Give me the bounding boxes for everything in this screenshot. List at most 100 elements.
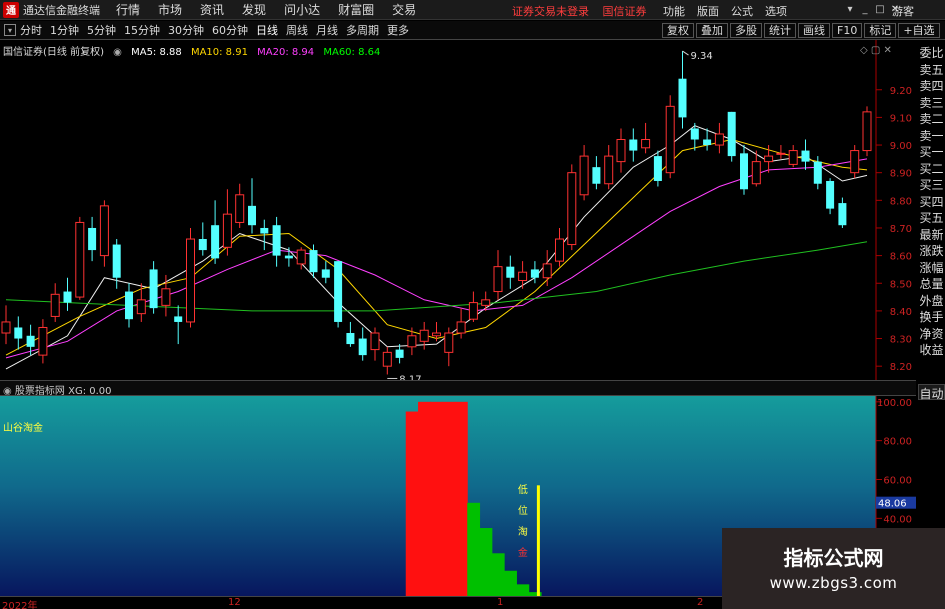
- tab-period-4[interactable]: 30分钟: [168, 24, 204, 37]
- candle-body: [309, 250, 318, 273]
- candle: [395, 344, 404, 364]
- tab-period-10[interactable]: 更多: [387, 24, 409, 37]
- dropdown-icon[interactable]: ▾: [843, 2, 857, 16]
- candle-body: [530, 269, 539, 278]
- collapse-icon[interactable]: ▾: [4, 24, 16, 36]
- indicator-bar: [516, 584, 530, 596]
- side-tab-6[interactable]: 买一: [918, 144, 945, 161]
- broker-notice[interactable]: 国信证券: [603, 5, 647, 18]
- tab-period-1[interactable]: 1分钟: [50, 24, 79, 37]
- notices: 证券交易未登录 国信证券: [512, 3, 657, 19]
- period-tabs: 分时 1分钟 5分钟 15分钟 30分钟 60分钟 日线 周线 月线 多周期 更多: [20, 22, 417, 38]
- tab-period-3[interactable]: 15分钟: [124, 24, 160, 37]
- tab-period-6[interactable]: 日线: [256, 24, 278, 37]
- app-title: 通达信金融终端: [23, 3, 100, 17]
- menu-item-discover[interactable]: 发现: [242, 1, 266, 18]
- candle: [382, 346, 392, 375]
- toolbar-button-2[interactable]: 多股: [730, 23, 762, 38]
- maximize-icon[interactable]: □: [873, 2, 887, 16]
- tab-period-5[interactable]: 60分钟: [212, 24, 248, 37]
- side-tab-3[interactable]: 卖三: [918, 95, 945, 112]
- toolbar-button-5[interactable]: F10: [832, 23, 863, 38]
- indicator-bar: [491, 553, 505, 596]
- side-tab-12[interactable]: 涨跌: [918, 243, 945, 260]
- side-tab-4[interactable]: 卖二: [918, 111, 945, 128]
- menu-item-function[interactable]: 功能: [663, 3, 685, 19]
- watermark-url: www.zbgs3.com: [769, 574, 898, 592]
- candle: [604, 145, 614, 190]
- side-tab-9[interactable]: 买四: [918, 194, 945, 211]
- side-tab-15[interactable]: 外盘: [918, 293, 945, 310]
- side-tab-18[interactable]: 收益: [918, 342, 945, 359]
- menu-item-trade[interactable]: 交易: [392, 1, 416, 18]
- menu-item-formula[interactable]: 公式: [731, 3, 753, 19]
- side-tab-8[interactable]: 买三: [918, 177, 945, 194]
- candle: [850, 145, 860, 179]
- candle-body: [14, 327, 23, 339]
- menu-item-ask[interactable]: 问小达: [284, 1, 320, 18]
- kline-chart[interactable]: ◇ ▢ ✕ 8.20 8.30 8.40 8.50 8.60 8.70 8.80 8.90 9.0…: [0, 40, 916, 385]
- current-value-label: 48.06: [878, 499, 907, 510]
- candle-body: [211, 225, 220, 259]
- candle-body: [382, 351, 392, 367]
- menu-item-quotes[interactable]: 行情: [116, 1, 140, 18]
- candle: [629, 128, 638, 162]
- toolbar-button-4[interactable]: 画线: [798, 23, 830, 38]
- candle-body: [432, 332, 441, 337]
- side-tab-2[interactable]: 卖四: [918, 78, 945, 95]
- candle: [248, 178, 256, 234]
- candle-body: [567, 172, 577, 246]
- candle-body: [653, 156, 662, 181]
- side-tab-14[interactable]: 总量: [918, 276, 945, 293]
- tab-period-0[interactable]: 分时: [20, 24, 42, 37]
- tab-period-9[interactable]: 多周期: [346, 24, 379, 37]
- menu-item-options[interactable]: 选项: [765, 3, 787, 19]
- side-tab-1[interactable]: 卖五: [918, 62, 945, 79]
- menu-item-wealth[interactable]: 财富圈: [338, 1, 374, 18]
- toolbar-button-7[interactable]: +自选: [898, 23, 940, 38]
- candle: [186, 227, 195, 328]
- toolbar-button-6[interactable]: 标记: [864, 23, 897, 38]
- candle: [63, 277, 72, 311]
- kline-chart-panel[interactable]: ◇ ▢ ✕ 8.20 8.30 8.40 8.50 8.60 8.70 8.80 8.90 9.0…: [0, 40, 916, 385]
- candle: [432, 321, 441, 342]
- candle: [518, 261, 528, 289]
- toolbar-button-3[interactable]: 统计: [764, 23, 796, 38]
- login-notice[interactable]: 证券交易未登录: [512, 5, 589, 18]
- candle-body: [776, 152, 786, 155]
- candle-body: [248, 205, 256, 226]
- side-tab-10[interactable]: 买五: [918, 210, 945, 227]
- tab-period-7[interactable]: 周线: [286, 24, 308, 37]
- menu-item-news[interactable]: 资讯: [200, 1, 224, 18]
- menu-item-layout[interactable]: 版面: [697, 3, 719, 19]
- toolbar-button-1[interactable]: 叠加: [696, 23, 728, 38]
- indicator-bar: ◉ 股票指标网 XG: 0.00: [0, 380, 916, 397]
- candle: [149, 261, 158, 314]
- side-tab-7[interactable]: 买二: [918, 161, 945, 178]
- menu-item-market[interactable]: 市场: [158, 1, 182, 18]
- settings-icon[interactable]: ◉: [113, 47, 122, 58]
- candle: [641, 122, 651, 154]
- side-tab-0[interactable]: 委比: [918, 45, 945, 62]
- side-tab-16[interactable]: 换手: [918, 309, 945, 326]
- toolbar-button-0[interactable]: 复权: [662, 23, 694, 38]
- indicator-bar: [430, 401, 444, 596]
- ma60-label: MA60: 8.64: [323, 47, 381, 58]
- side-tab-17[interactable]: 净资: [918, 326, 945, 343]
- side-tab-13[interactable]: 涨幅: [918, 260, 945, 277]
- candle: [542, 250, 552, 287]
- main-menu: 行情 市场 资讯 发现 问小达 财富圈 交易: [116, 1, 434, 18]
- side-tab-5[interactable]: 卖一: [918, 128, 945, 145]
- minimize-icon[interactable]: _: [858, 2, 872, 16]
- candle-body: [346, 333, 355, 345]
- user-label[interactable]: 游客: [892, 3, 914, 19]
- candle-body: [850, 150, 860, 174]
- signal-char: 淘: [518, 525, 528, 538]
- tab-period-2[interactable]: 5分钟: [87, 24, 116, 37]
- side-tab-11[interactable]: 最新: [918, 227, 945, 244]
- indicator-info[interactable]: ◉ 股票指标网 XG: 0.00: [3, 382, 112, 397]
- candle-body: [826, 180, 835, 209]
- tab-period-8[interactable]: 月线: [316, 24, 338, 37]
- auto-button[interactable]: 自动: [918, 384, 945, 401]
- candle: [727, 111, 736, 162]
